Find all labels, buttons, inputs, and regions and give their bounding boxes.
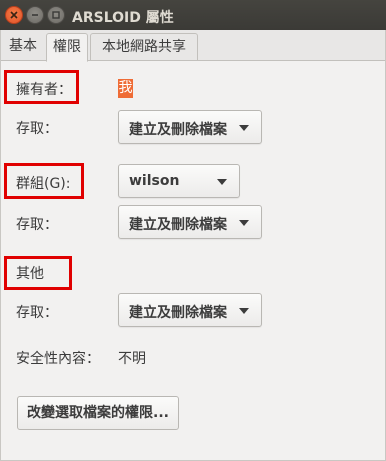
group-access-dropdown[interactable]: 建立及刪除檔案 — [118, 205, 262, 239]
tab-bar: 基本 權限 本地網路共享 — [0, 30, 386, 62]
window-border-left — [0, 30, 1, 461]
close-icon[interactable] — [5, 6, 23, 24]
tab-permissions[interactable]: 權限 — [46, 33, 88, 62]
group-access-value: 建立及刪除檔案 — [129, 217, 227, 233]
minimize-icon[interactable] — [26, 6, 44, 24]
others-access-label: 存取： — [16, 305, 58, 321]
tab-local-network-share[interactable]: 本地網路共享 — [90, 33, 198, 61]
maximize-icon[interactable] — [47, 6, 65, 24]
group-label: 群組(G): — [16, 176, 71, 192]
chevron-down-icon — [239, 308, 249, 314]
chevron-down-icon — [239, 220, 249, 226]
security-context-label: 安全性內容： — [16, 351, 100, 367]
owner-access-dropdown[interactable]: 建立及刪除檔案 — [118, 110, 262, 144]
tab-basic[interactable]: 基本 — [2, 33, 44, 61]
chevron-down-icon — [217, 179, 227, 185]
group-dropdown[interactable]: wilson — [118, 164, 240, 198]
group-access-label: 存取： — [16, 217, 58, 233]
owner-label: 擁有者： — [16, 82, 72, 98]
owner-value: 我 — [118, 79, 133, 98]
window-title: ARSLOID 屬性 — [72, 10, 174, 26]
owner-access-label: 存取： — [16, 121, 58, 137]
others-access-value: 建立及刪除檔案 — [129, 305, 227, 321]
others-access-dropdown[interactable]: 建立及刪除檔案 — [118, 293, 262, 327]
others-label: 其他 — [16, 266, 44, 282]
change-permissions-button[interactable]: 改變選取檔案的權限... — [17, 396, 179, 430]
title-bar: ARSLOID 屬性 — [0, 0, 386, 30]
group-value: wilson — [129, 173, 180, 189]
owner-access-value: 建立及刪除檔案 — [129, 122, 227, 138]
chevron-down-icon — [239, 125, 249, 131]
security-context-value: 不明 — [118, 351, 146, 367]
